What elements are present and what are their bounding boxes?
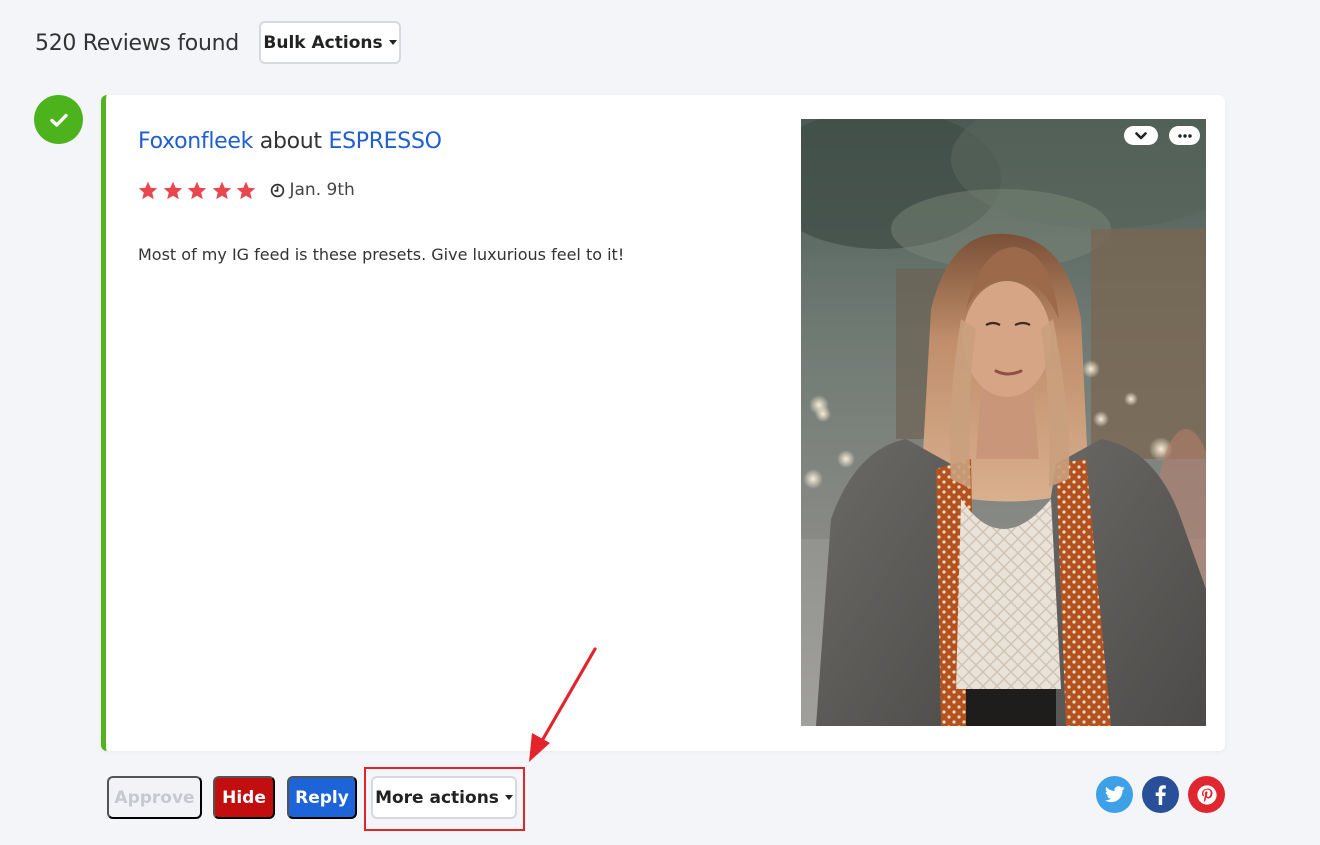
- reviews-count: 520 Reviews found: [35, 30, 239, 56]
- star-icon: [187, 181, 207, 199]
- hide-button[interactable]: Hide: [213, 776, 275, 819]
- pinterest-share-button[interactable]: [1188, 776, 1225, 813]
- bulk-actions-label: Bulk Actions: [263, 32, 383, 53]
- review-photo-image: [801, 119, 1206, 726]
- pinterest-icon: [1196, 784, 1217, 805]
- twitter-icon: [1104, 786, 1125, 803]
- more-actions-label: More actions: [375, 787, 499, 808]
- annotation-arrow-icon: [529, 647, 597, 762]
- review-rating: Jan. 9th: [138, 180, 355, 200]
- review-actions: Approve Hide Reply: [107, 776, 357, 819]
- star-icon: [163, 181, 182, 199]
- clock-icon: [270, 183, 284, 197]
- caret-down-icon: [388, 40, 397, 45]
- review-photo[interactable]: [801, 119, 1206, 726]
- review-date: Jan. 9th: [270, 180, 355, 200]
- reviews-count-heading: 520 Reviews found: [35, 22, 239, 64]
- photo-options-button[interactable]: [1169, 126, 1200, 145]
- review-date-text: Jan. 9th: [289, 180, 355, 200]
- ellipsis-icon: [1177, 133, 1192, 138]
- photo-expand-button[interactable]: [1124, 126, 1158, 145]
- reply-button[interactable]: Reply: [287, 776, 357, 819]
- chevron-down-icon: [1135, 131, 1147, 139]
- caret-down-icon: [504, 795, 513, 800]
- star-icon: [236, 181, 256, 199]
- review-body: Most of my IG feed is these presets. Giv…: [138, 245, 625, 264]
- product-name-link[interactable]: ESPRESSO: [328, 129, 441, 154]
- check-icon: [49, 113, 68, 127]
- reviewer-name-link[interactable]: Foxonfleek: [138, 129, 253, 154]
- facebook-icon: [1155, 784, 1166, 805]
- bulk-actions-button[interactable]: Bulk Actions: [259, 21, 401, 64]
- star-icon: [212, 181, 231, 199]
- approved-status-icon: [34, 95, 83, 144]
- more-actions-button[interactable]: More actions: [371, 776, 517, 819]
- facebook-share-button[interactable]: [1142, 776, 1179, 813]
- twitter-share-button[interactable]: [1096, 776, 1133, 813]
- review-title: Foxonfleek about ESPRESSO: [138, 129, 442, 154]
- review-card: Foxonfleek about ESPRESSO Jan. 9th Most …: [101, 95, 1225, 751]
- star-icon: [138, 181, 158, 199]
- about-text: about: [259, 129, 322, 154]
- approve-button[interactable]: Approve: [107, 776, 202, 819]
